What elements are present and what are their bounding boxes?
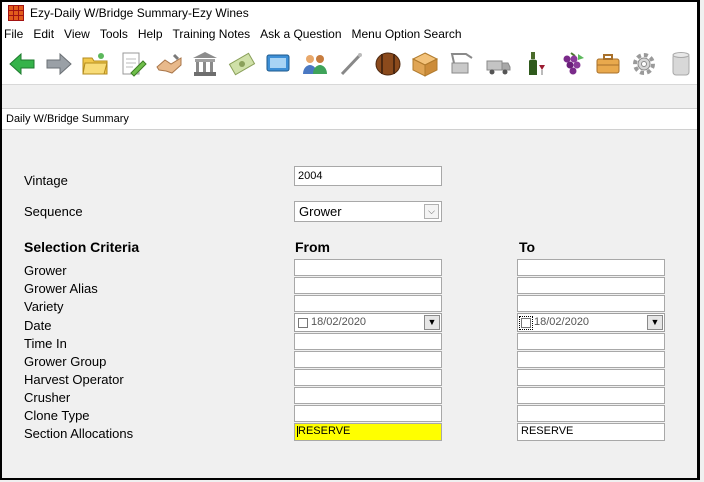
document-edit-icon[interactable] (116, 48, 149, 80)
wand-icon[interactable] (335, 48, 368, 80)
criteria-label-grower-alias: Grower Alias (24, 281, 98, 296)
wine-bottle-icon[interactable] (518, 48, 551, 80)
menu-bar: File Edit View Tools Help Training Notes… (2, 24, 697, 44)
grower-alias-to-input[interactable] (517, 277, 665, 294)
harvest-operator-from-input[interactable] (294, 369, 442, 386)
menu-tools[interactable]: Tools (95, 27, 133, 41)
vintage-input[interactable]: 2004 (294, 166, 442, 186)
section-from-value: RESERVE (298, 425, 351, 437)
chevron-down-icon[interactable]: ▼ (424, 315, 440, 330)
box-icon[interactable] (408, 48, 441, 80)
app-icon (8, 5, 24, 21)
gear-icon[interactable] (628, 48, 661, 80)
criteria-label-time-in: Time In (24, 336, 67, 351)
variety-to-input[interactable] (517, 295, 665, 312)
form-area: Vintage 2004 Sequence Grower ⌵ Selection… (2, 130, 697, 478)
barrel-icon[interactable] (372, 48, 405, 80)
folder-open-icon[interactable] (79, 48, 112, 80)
money-icon[interactable] (225, 48, 258, 80)
vintage-label: Vintage (24, 173, 68, 188)
people-icon[interactable] (299, 48, 332, 80)
criteria-label-harvest-operator: Harvest Operator (24, 372, 124, 387)
cylinder-icon[interactable] (664, 48, 697, 80)
date-from-picker[interactable]: 18/02/2020 ▼ (294, 313, 442, 332)
handshake-icon[interactable] (152, 48, 185, 80)
app-window: Ezy-Daily W/Bridge Summary-Ezy Wines Fil… (0, 0, 700, 480)
grapes-icon[interactable] (555, 48, 588, 80)
screen-icon[interactable] (262, 48, 295, 80)
briefcase-icon[interactable] (591, 48, 624, 80)
time-in-to-input[interactable] (517, 333, 665, 350)
tab-daily-wbridge-summary[interactable]: Daily W/Bridge Summary (2, 108, 697, 130)
date-to-value: 18/02/2020 (534, 316, 590, 328)
window-title: Ezy-Daily W/Bridge Summary-Ezy Wines (30, 6, 249, 20)
bank-icon[interactable] (189, 48, 222, 80)
tab-label: Daily W/Bridge Summary (6, 113, 129, 125)
menu-view[interactable]: View (59, 27, 95, 41)
menu-file[interactable]: File (2, 27, 28, 41)
menu-training-notes[interactable]: Training Notes (168, 27, 256, 41)
grower-to-input[interactable] (517, 259, 665, 276)
title-bar: Ezy-Daily W/Bridge Summary-Ezy Wines (2, 2, 697, 24)
selection-criteria-header: Selection Criteria (24, 239, 140, 255)
sequence-label: Sequence (24, 204, 83, 219)
press-icon[interactable] (445, 48, 478, 80)
grower-from-input[interactable] (294, 259, 442, 276)
criteria-label-section-allocations: Section Allocations (24, 426, 134, 441)
menu-help[interactable]: Help (133, 27, 168, 41)
date-from-value: 18/02/2020 (311, 316, 367, 328)
criteria-label-grower-group: Grower Group (24, 354, 107, 369)
time-in-from-input[interactable] (294, 333, 442, 350)
criteria-label-variety: Variety (24, 299, 64, 314)
crusher-from-input[interactable] (294, 387, 442, 404)
menu-ask-a-question[interactable]: Ask a Question (255, 27, 346, 41)
text-caret (297, 426, 298, 437)
truck-icon[interactable] (482, 48, 515, 80)
clone-type-to-input[interactable] (517, 405, 665, 422)
harvest-operator-to-input[interactable] (517, 369, 665, 386)
menu-option-search[interactable]: Menu Option Search (347, 27, 467, 41)
criteria-label-grower: Grower (24, 263, 67, 278)
chevron-down-icon[interactable]: ⌵ (424, 204, 439, 219)
grower-alias-from-input[interactable] (294, 277, 442, 294)
criteria-label-clone-type: Clone Type (24, 408, 90, 423)
to-header: To (519, 239, 536, 255)
grower-group-from-input[interactable] (294, 351, 442, 368)
sequence-value: Grower (299, 204, 342, 219)
grower-group-to-input[interactable] (517, 351, 665, 368)
from-header: From (295, 239, 330, 255)
section-allocations-from-input[interactable]: RESERVE (294, 423, 442, 441)
toolbar (2, 44, 697, 85)
variety-from-input[interactable] (294, 295, 442, 312)
section-allocations-to-input[interactable]: RESERVE (517, 423, 665, 441)
criteria-label-date: Date (24, 318, 52, 333)
clone-type-from-input[interactable] (294, 405, 442, 422)
date-to-picker[interactable]: 18/02/2020 ▼ (517, 313, 665, 332)
menu-edit[interactable]: Edit (28, 27, 59, 41)
date-to-checkbox[interactable] (519, 316, 533, 330)
date-from-checkbox[interactable] (298, 318, 308, 328)
forward-arrow-icon[interactable] (43, 48, 76, 80)
back-arrow-icon[interactable] (6, 48, 39, 80)
criteria-label-crusher: Crusher (24, 390, 71, 405)
chevron-down-icon[interactable]: ▼ (647, 315, 663, 330)
crusher-to-input[interactable] (517, 387, 665, 404)
sequence-select[interactable]: Grower ⌵ (294, 201, 442, 222)
